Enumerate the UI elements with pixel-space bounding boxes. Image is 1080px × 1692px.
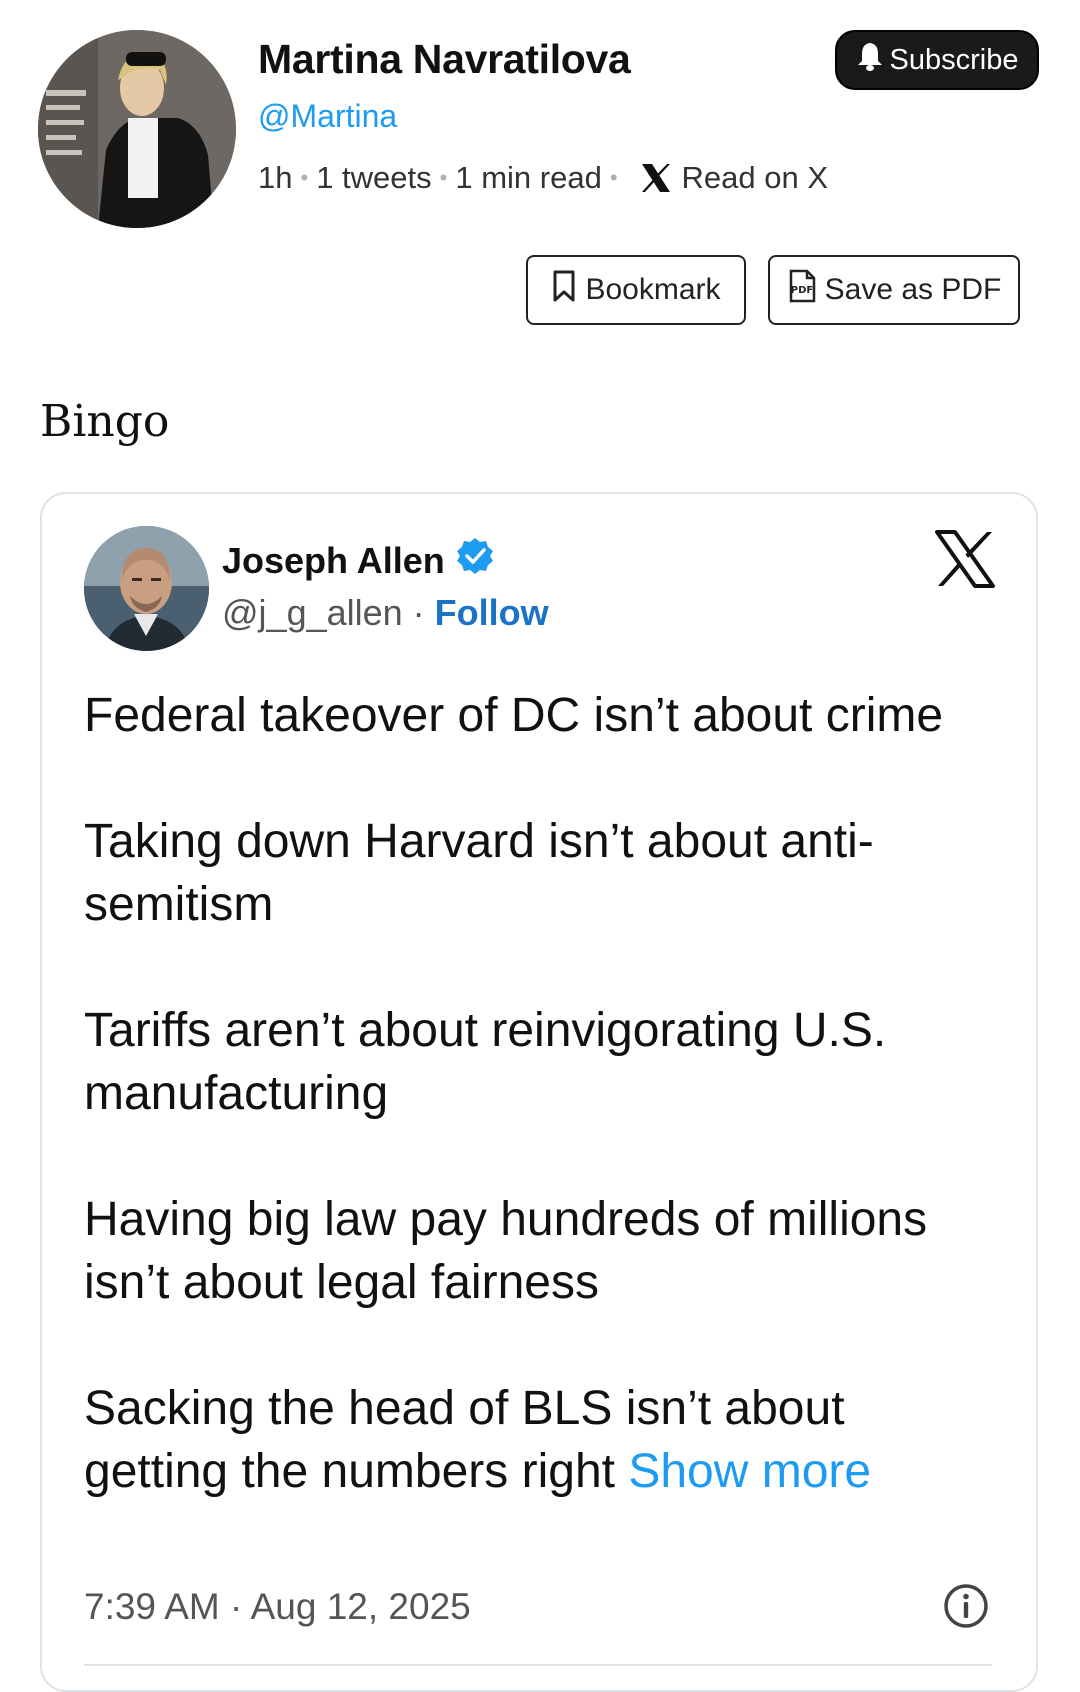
post-meta: 1h • 1 tweets • 1 min read • Read on X: [258, 160, 828, 196]
post-header: Martina Navratilova @Martina 1h • 1 twee…: [0, 0, 1080, 340]
pdf-icon: PDF: [787, 269, 817, 311]
tweet-last-paragraph: Sacking the head of BLS isn’t about gett…: [84, 1377, 984, 1503]
show-more-link[interactable]: Show more: [628, 1445, 871, 1498]
tweet-divider: [84, 1664, 992, 1666]
tweet-paragraph: Federal takeover of DC isn’t about crime: [84, 689, 944, 742]
tweet-paragraph: Having big law pay hundreds of millions …: [84, 1193, 928, 1309]
save-as-pdf-label: Save as PDF: [824, 273, 1002, 306]
bookmark-label: Bookmark: [585, 273, 721, 306]
tweet-body: Federal takeover of DC isn’t about crime…: [84, 684, 984, 1503]
author-name[interactable]: Martina Navratilova: [258, 36, 631, 83]
handle-separator: ·: [402, 592, 435, 633]
author-avatar[interactable]: [38, 30, 236, 228]
bookmark-button[interactable]: Bookmark: [526, 255, 746, 325]
follow-link[interactable]: Follow: [435, 592, 549, 633]
bell-icon: [856, 41, 884, 79]
tweet-author-avatar[interactable]: [84, 526, 209, 651]
tweet-count: 1 tweets: [316, 160, 432, 195]
tweet-author-name[interactable]: Joseph Allen: [222, 540, 445, 582]
meta-separator: •: [609, 165, 618, 190]
x-logo-icon[interactable]: [640, 162, 672, 194]
tweet-author-handle[interactable]: @j_g_allen: [222, 592, 403, 633]
save-as-pdf-button[interactable]: PDF Save as PDF: [768, 255, 1020, 325]
read-on-x-link[interactable]: Read on X: [682, 160, 829, 196]
post-age: 1h: [258, 160, 293, 195]
tweet-paragraph: Taking down Harvard isn’t about anti-sem…: [84, 815, 874, 931]
bookmark-icon: [551, 270, 577, 310]
subscribe-button[interactable]: Subscribe: [835, 30, 1039, 90]
meta-separator: •: [300, 165, 309, 190]
tweet-timestamp[interactable]: 7:39 AM · Aug 12, 2025: [84, 1586, 471, 1628]
tweet-handle-row: @j_g_allen · Follow: [222, 592, 549, 634]
tweet-paragraph: Tariffs aren’t about reinvigorating U.S.…: [84, 1004, 887, 1120]
x-logo-icon[interactable]: [935, 530, 995, 588]
author-handle[interactable]: @Martina: [258, 98, 397, 135]
tweet-author-name-row[interactable]: Joseph Allen: [222, 536, 495, 585]
info-icon[interactable]: [942, 1582, 990, 1630]
read-time: 1 min read: [455, 160, 602, 195]
quoted-tweet-card[interactable]: Joseph Allen @j_g_allen · Follow Federal…: [40, 492, 1038, 1692]
meta-separator: •: [439, 165, 448, 190]
verified-badge-icon: [455, 536, 495, 585]
post-text: Bingo: [40, 396, 170, 447]
svg-text:PDF: PDF: [790, 285, 812, 296]
subscribe-label: Subscribe: [889, 43, 1019, 76]
